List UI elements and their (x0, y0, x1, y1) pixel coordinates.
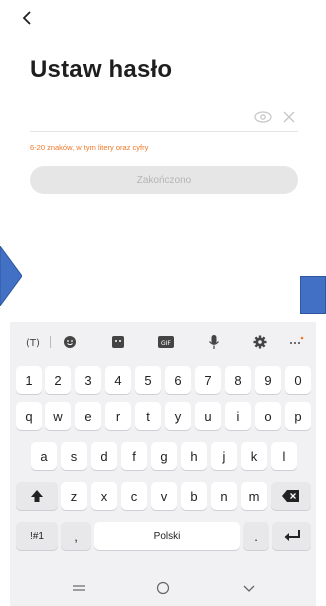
decorative-arrow-left (0, 246, 22, 306)
key-y[interactable]: y (165, 402, 191, 430)
back-button[interactable] (22, 8, 40, 28)
key-x[interactable]: x (91, 482, 117, 510)
password-hint: 6-20 znaków, w tym litery oraz cyfry (30, 143, 149, 152)
gif-icon[interactable]: GIF (154, 330, 178, 354)
key-i[interactable]: i (225, 402, 251, 430)
recent-apps-icon[interactable] (64, 576, 94, 600)
emoji-icon[interactable] (58, 330, 82, 354)
key-s[interactable]: s (61, 442, 87, 470)
microphone-icon[interactable] (202, 330, 226, 354)
key-n[interactable]: n (211, 482, 237, 510)
space-key[interactable]: Polski (94, 522, 240, 550)
key-t[interactable]: t (135, 402, 161, 430)
key-z[interactable]: z (61, 482, 87, 510)
enter-key[interactable] (272, 522, 311, 550)
key-5[interactable]: 5 (135, 366, 161, 394)
key-q[interactable]: q (16, 402, 42, 430)
key-a[interactable]: a (31, 442, 57, 470)
key-l[interactable]: l (271, 442, 297, 470)
translate-icon[interactable]: (T) (20, 330, 44, 354)
key-k[interactable]: k (241, 442, 267, 470)
on-screen-keyboard: (T) GIF 1 2 3 4 5 6 7 8 9 0 q w e r t y … (10, 322, 316, 606)
system-navigation-bar (10, 570, 316, 606)
password-field[interactable] (30, 104, 298, 132)
key-4[interactable]: 4 (105, 366, 131, 394)
key-c[interactable]: c (121, 482, 147, 510)
period-key[interactable]: . (243, 522, 269, 550)
key-6[interactable]: 6 (165, 366, 191, 394)
decorative-block-right (300, 276, 326, 314)
backspace-icon (282, 490, 299, 502)
key-2[interactable]: 2 (45, 366, 71, 394)
backspace-key[interactable] (271, 482, 311, 510)
key-1[interactable]: 1 (16, 366, 42, 394)
key-7[interactable]: 7 (195, 366, 221, 394)
nav-back-icon[interactable] (234, 576, 264, 600)
shift-icon (31, 490, 43, 502)
eye-icon[interactable] (254, 110, 272, 124)
more-icon[interactable] (284, 330, 308, 354)
close-icon[interactable] (282, 110, 296, 124)
password-input[interactable] (30, 106, 240, 130)
page-title: Ustaw hasło (30, 56, 173, 83)
key-m[interactable]: m (241, 482, 267, 510)
home-icon[interactable] (148, 576, 178, 600)
key-w[interactable]: w (45, 402, 71, 430)
shift-key[interactable] (16, 482, 58, 510)
svg-text:(T): (T) (26, 338, 40, 349)
key-u[interactable]: u (195, 402, 221, 430)
key-o[interactable]: o (255, 402, 281, 430)
keyboard-toolbar: (T) GIF (10, 330, 316, 354)
key-p[interactable]: p (285, 402, 311, 430)
key-j[interactable]: j (211, 442, 237, 470)
key-b[interactable]: b (181, 482, 207, 510)
done-button[interactable]: Zakończono (30, 166, 298, 194)
key-d[interactable]: d (91, 442, 117, 470)
key-9[interactable]: 9 (255, 366, 281, 394)
key-r[interactable]: r (105, 402, 131, 430)
key-3[interactable]: 3 (75, 366, 101, 394)
key-h[interactable]: h (181, 442, 207, 470)
key-8[interactable]: 8 (225, 366, 251, 394)
symbols-key[interactable]: !#1 (16, 522, 58, 550)
sticker-icon[interactable] (106, 330, 130, 354)
toolbar-divider (50, 336, 51, 348)
key-0[interactable]: 0 (285, 366, 311, 394)
key-g[interactable]: g (151, 442, 177, 470)
enter-icon (284, 530, 300, 541)
settings-icon[interactable] (248, 330, 272, 354)
svg-text:GIF: GIF (161, 340, 171, 347)
comma-key[interactable]: , (61, 522, 91, 550)
key-f[interactable]: f (121, 442, 147, 470)
chevron-left-icon (22, 11, 31, 25)
key-e[interactable]: e (75, 402, 101, 430)
key-v[interactable]: v (151, 482, 177, 510)
